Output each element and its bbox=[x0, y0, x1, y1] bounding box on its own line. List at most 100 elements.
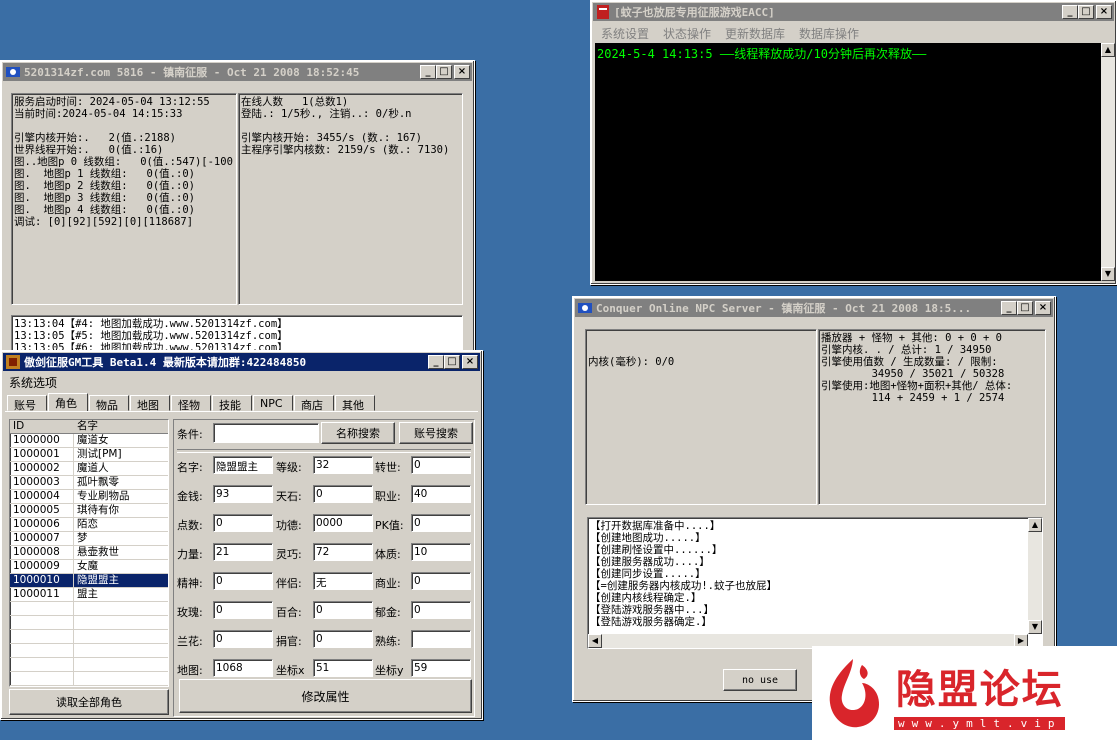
field-input[interactable]: 隐盟盟主 bbox=[213, 456, 273, 474]
scroll-left-button[interactable]: ◀ bbox=[588, 634, 602, 648]
field-label: 熟练: bbox=[375, 635, 401, 648]
field-input[interactable]: 0 bbox=[213, 630, 273, 648]
close-button[interactable]: × bbox=[1096, 5, 1112, 19]
table-row[interactable]: 1000002 魔道人 bbox=[10, 462, 168, 476]
field-label: PK值: bbox=[375, 519, 404, 532]
table-row[interactable]: 1000010 隐盟盟主 bbox=[10, 574, 168, 588]
scroll-down-button[interactable]: ▼ bbox=[1101, 267, 1115, 281]
scroll-down-button[interactable]: ▼ bbox=[1028, 620, 1042, 634]
field-input[interactable] bbox=[411, 630, 471, 648]
server-title: 5201314zf.com 5816 - 镇南征服 - Oct 21 2008 … bbox=[24, 66, 360, 79]
tab-0[interactable]: 账号 bbox=[7, 395, 47, 412]
close-button[interactable]: × bbox=[1035, 301, 1051, 315]
tab-2[interactable]: 物品 bbox=[89, 395, 129, 412]
field-input[interactable]: 0 bbox=[313, 601, 373, 619]
field-input[interactable]: 0 bbox=[313, 485, 373, 503]
gm-titlebar[interactable]: 傲剑征服GM工具 Beta1.4 最新版本请加群:422484850 _ □ × bbox=[3, 353, 480, 371]
server-stats-right: 在线人数 1(总数1) 登陆.: 1/5秒., 注销..: 0/秒.n 引擎内核开始… bbox=[238, 93, 463, 305]
field-input[interactable]: 21 bbox=[213, 543, 273, 561]
modify-attributes-button[interactable]: 修改属性 bbox=[179, 679, 472, 713]
field-input[interactable]: 72 bbox=[313, 543, 373, 561]
table-row[interactable]: 1000004 专业刷物品 bbox=[10, 490, 168, 504]
eacc-title: [蚊子也放屁专用征服游戏EACC] bbox=[614, 6, 775, 19]
field-input[interactable]: 10 bbox=[411, 543, 471, 561]
no-use-button[interactable]: no use bbox=[723, 669, 797, 691]
tab-1[interactable]: 角色 bbox=[48, 393, 88, 412]
maximize-button[interactable]: □ bbox=[1078, 5, 1094, 19]
minimize-button[interactable]: _ bbox=[1062, 5, 1078, 19]
cell-id: 1000006 bbox=[10, 518, 74, 531]
npc-log-vscroll[interactable]: ▲ ▼ bbox=[1028, 518, 1042, 634]
console-line: 2024-5-4 14:13:5 ——线程释放成功/10分钟后再次释放—— bbox=[597, 47, 927, 61]
empty-row bbox=[10, 658, 168, 672]
field-input[interactable]: 0000 bbox=[313, 514, 373, 532]
field-input[interactable]: 0 bbox=[411, 572, 471, 590]
field-input[interactable]: 32 bbox=[313, 456, 373, 474]
table-row[interactable]: 1000005 琪待有你 bbox=[10, 504, 168, 518]
field-label: 名字: bbox=[177, 461, 203, 474]
field-input[interactable]: 0 bbox=[213, 601, 273, 619]
minimize-button[interactable]: _ bbox=[1001, 301, 1017, 315]
read-all-characters-button[interactable]: 读取全部角色 bbox=[9, 689, 169, 715]
npc-window: Conquer Online NPC Server - 镇南征服 - Oct 2… bbox=[572, 296, 1056, 702]
tab-3[interactable]: 地图 bbox=[130, 395, 170, 412]
field-label: 玫瑰: bbox=[177, 606, 203, 619]
field-input[interactable]: 0 bbox=[313, 630, 373, 648]
maximize-button[interactable]: □ bbox=[1017, 301, 1033, 315]
menu-status-ops[interactable]: 状态操作 bbox=[663, 25, 711, 42]
field-input[interactable]: 0 bbox=[411, 601, 471, 619]
table-row[interactable]: 1000001 测试[PM] bbox=[10, 448, 168, 462]
menu-system-options[interactable]: 系统选项 bbox=[9, 374, 57, 391]
field-input[interactable]: 93 bbox=[213, 485, 273, 503]
account-search-button[interactable]: 账号搜索 bbox=[399, 422, 473, 444]
field-input[interactable]: 51 bbox=[313, 659, 373, 677]
field-input[interactable]: 40 bbox=[411, 485, 471, 503]
table-row[interactable]: 1000009 女魔 bbox=[10, 560, 168, 574]
tab-7[interactable]: 商店 bbox=[294, 395, 334, 412]
menu-update-db[interactable]: 更新数据库 bbox=[725, 25, 785, 42]
maximize-button[interactable]: □ bbox=[444, 355, 460, 369]
field-input[interactable]: 1068 bbox=[213, 659, 273, 677]
eacc-scrollbar[interactable]: ▲ ▼ bbox=[1101, 43, 1115, 281]
tab-4[interactable]: 怪物 bbox=[171, 395, 211, 412]
table-row[interactable]: 1000006 陌恋 bbox=[10, 518, 168, 532]
close-button[interactable]: × bbox=[454, 65, 470, 79]
close-button[interactable]: × bbox=[462, 355, 478, 369]
menu-system-settings[interactable]: 系统设置 bbox=[601, 25, 649, 42]
server-titlebar[interactable]: 5201314zf.com 5816 - 镇南征服 - Oct 21 2008 … bbox=[3, 63, 472, 81]
watermark-logo bbox=[818, 653, 888, 733]
tab-6[interactable]: NPC bbox=[253, 395, 293, 411]
field-input[interactable]: 无 bbox=[313, 572, 373, 590]
table-row[interactable]: 1000000 魔道女 bbox=[10, 434, 168, 448]
maximize-button[interactable]: □ bbox=[436, 65, 452, 79]
field-input[interactable]: 0 bbox=[411, 514, 471, 532]
stat-line: 图. 地图p 3 线数组: 0(值.:0) bbox=[14, 192, 195, 204]
eacc-titlebar[interactable]: [蚊子也放屁专用征服游戏EACC] _ □ × bbox=[593, 3, 1114, 21]
table-row[interactable]: 1000011 盟主 bbox=[10, 588, 168, 602]
col-id-header[interactable]: ID bbox=[10, 420, 74, 433]
col-name-header[interactable]: 名字 bbox=[74, 420, 168, 433]
name-search-button[interactable]: 名称搜索 bbox=[321, 422, 395, 444]
minimize-button[interactable]: _ bbox=[428, 355, 444, 369]
minimize-button[interactable]: _ bbox=[420, 65, 436, 79]
condition-input[interactable] bbox=[213, 423, 319, 443]
field-input[interactable]: 0 bbox=[411, 456, 471, 474]
table-row[interactable]: 1000003 孤叶飘零 bbox=[10, 476, 168, 490]
scroll-up-button[interactable]: ▲ bbox=[1028, 518, 1042, 532]
scroll-up-button[interactable]: ▲ bbox=[1101, 43, 1115, 57]
tab-5[interactable]: 技能 bbox=[212, 395, 252, 412]
field-input[interactable]: 0 bbox=[213, 572, 273, 590]
stat-line bbox=[241, 120, 460, 132]
tab-8[interactable]: 其他 bbox=[335, 395, 375, 412]
field-input[interactable]: 0 bbox=[213, 514, 273, 532]
menu-db-ops[interactable]: 数据库操作 bbox=[799, 25, 859, 42]
field-label: 金钱: bbox=[177, 490, 203, 503]
npc-titlebar[interactable]: Conquer Online NPC Server - 镇南征服 - Oct 2… bbox=[575, 299, 1053, 317]
table-row[interactable]: 1000008 悬壶救世 bbox=[10, 546, 168, 560]
cell-name: 测试[PM] bbox=[77, 448, 122, 460]
cell-id: 1000007 bbox=[10, 532, 74, 545]
gm-title: 傲剑征服GM工具 Beta1.4 最新版本请加群:422484850 bbox=[24, 356, 307, 369]
table-row[interactable]: 1000007 梦 bbox=[10, 532, 168, 546]
cell-name: 琪待有你 bbox=[77, 504, 119, 516]
field-input[interactable]: 59 bbox=[411, 659, 471, 677]
